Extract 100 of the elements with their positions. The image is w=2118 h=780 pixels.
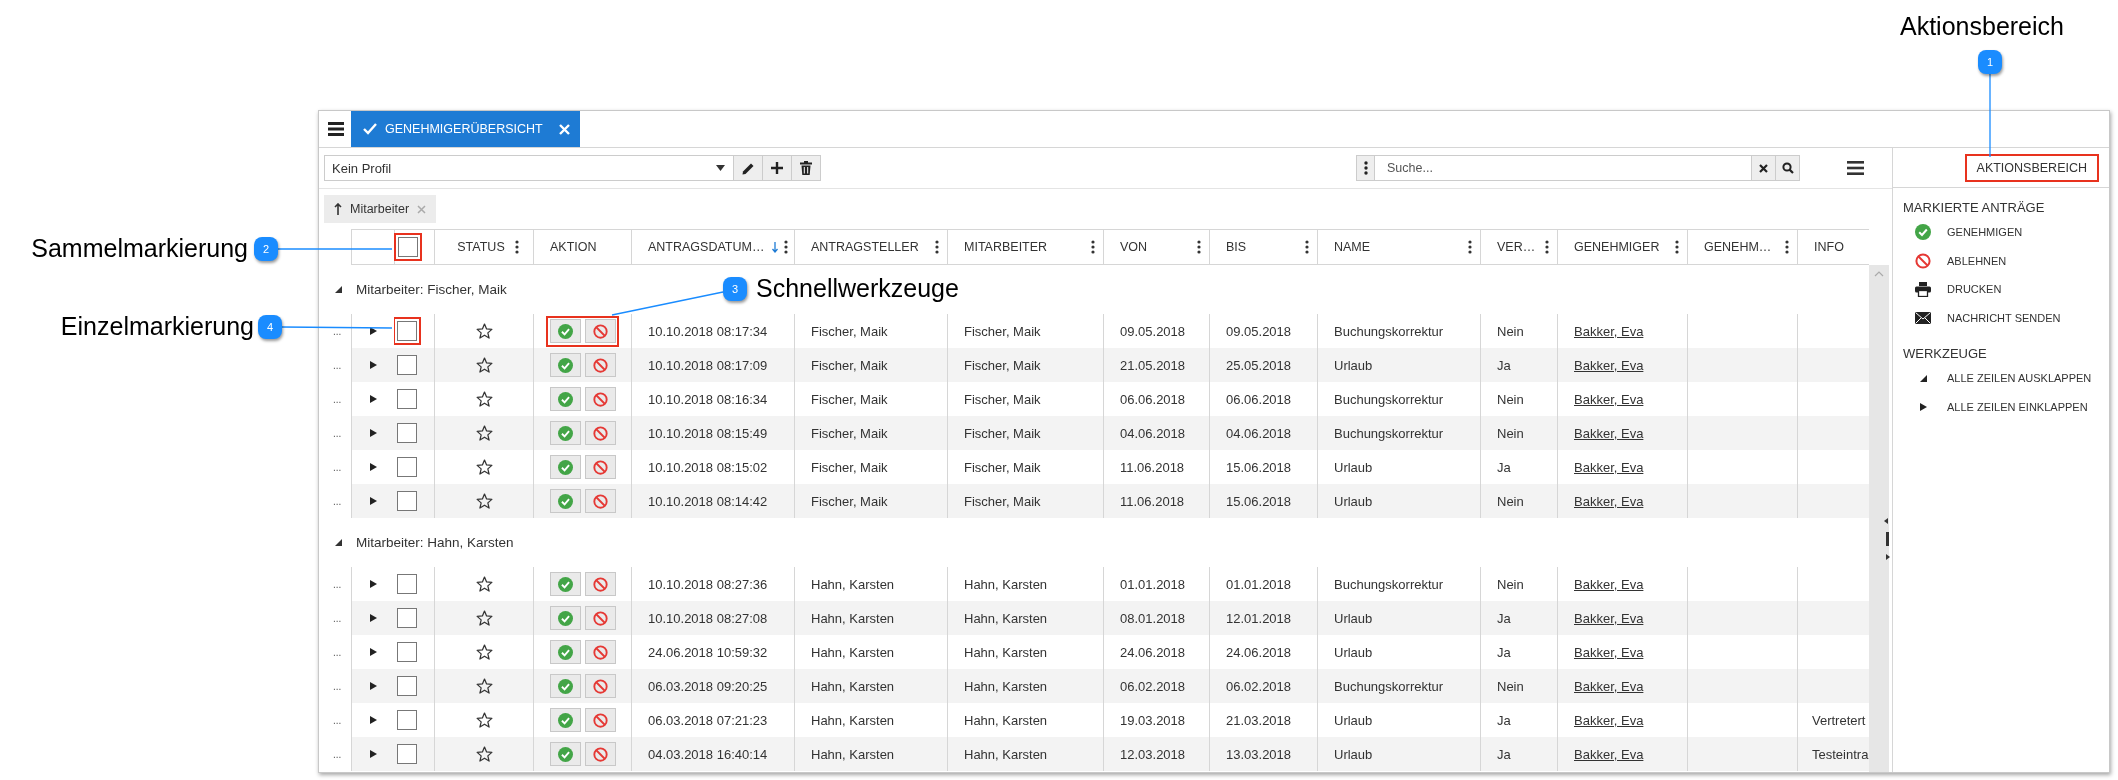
reject-button[interactable] [584,489,616,513]
approve-button[interactable] [549,742,581,766]
approver-link[interactable]: Bakker, Eva [1574,391,1644,407]
search-field[interactable]: Suche... [1356,155,1800,181]
approver-link[interactable]: Bakker, Eva [1574,644,1644,660]
expand-icon[interactable] [369,682,377,690]
row-checkbox[interactable] [397,457,417,477]
group-chip[interactable]: Mitarbeiter [324,195,437,223]
row-checkbox[interactable] [397,642,417,662]
collapse-icon[interactable] [335,539,342,546]
delete-button[interactable] [792,155,821,181]
row-handle[interactable]: ... [333,612,342,624]
row-checkbox[interactable] [397,423,417,443]
search-button[interactable] [1775,156,1799,180]
star-icon[interactable] [475,357,493,373]
tab[interactable]: GENEHMIGERÜBERSICHT [351,111,580,147]
column-menu-icon[interactable] [1197,240,1201,254]
row-handle[interactable]: ... [333,325,342,337]
star-icon[interactable] [475,493,493,509]
approver-link[interactable]: Bakker, Eva [1574,425,1644,441]
reject-button[interactable] [584,353,616,377]
collapse-icon[interactable] [335,286,342,293]
approve-button[interactable] [549,353,581,377]
row-checkbox[interactable] [397,676,417,696]
reject-button[interactable] [584,572,616,596]
row-handle[interactable]: ... [333,427,342,439]
row-checkbox[interactable] [397,608,417,628]
clear-button[interactable] [1751,156,1775,180]
approve-button[interactable] [549,489,581,513]
action-area-button[interactable]: AKTIONSBEREICH [1964,153,2099,182]
expand-icon[interactable] [369,395,377,403]
expand-icon[interactable] [369,429,377,437]
approver-link[interactable]: Bakker, Eva [1574,323,1644,339]
star-icon[interactable] [475,576,493,592]
row-handle[interactable]: ... [333,393,342,405]
column-menu-icon[interactable] [1545,240,1549,254]
reject-button[interactable] [584,708,616,732]
reject-button[interactable] [584,455,616,479]
approve-button[interactable] [549,640,581,664]
row-checkbox[interactable] [397,710,417,730]
column-menu-icon[interactable] [1785,240,1789,254]
panel-action[interactable]: ABLEHNEN [1947,254,2007,267]
expand-icon[interactable] [369,327,377,335]
star-icon[interactable] [475,425,493,441]
expand-icon[interactable] [369,361,377,369]
expand-icon[interactable] [369,750,377,758]
star-icon[interactable] [475,323,493,339]
approve-button[interactable] [549,319,581,343]
approve-button[interactable] [549,708,581,732]
reject-button[interactable] [584,742,616,766]
approver-link[interactable]: Bakker, Eva [1574,576,1644,592]
reject-button[interactable] [584,319,616,343]
expand-icon[interactable] [369,580,377,588]
options-button[interactable] [1357,156,1375,180]
panel-action[interactable]: NACHRICHT SENDEN [1947,311,2061,324]
approve-button[interactable] [549,572,581,596]
row-checkbox[interactable] [397,355,417,375]
scrollbar[interactable] [1869,265,1889,772]
row-checkbox[interactable] [397,744,417,764]
profile-select[interactable]: Kein Profil [324,155,734,181]
menu-icon[interactable] [328,122,344,136]
edit-button[interactable] [734,155,763,181]
expand-icon[interactable] [369,463,377,471]
expand-icon[interactable] [369,648,377,656]
approver-link[interactable]: Bakker, Eva [1574,459,1644,475]
approver-link[interactable]: Bakker, Eva [1574,610,1644,626]
row-handle[interactable]: ... [333,748,342,760]
row-handle[interactable]: ... [333,680,342,692]
reject-button[interactable] [584,606,616,630]
star-icon[interactable] [475,391,493,407]
column-menu-icon[interactable] [784,240,789,254]
row-handle[interactable]: ... [333,646,342,658]
star-icon[interactable] [475,678,493,694]
row-checkbox[interactable] [397,389,417,409]
expand-icon[interactable] [369,716,377,724]
row-handle[interactable]: ... [333,578,342,590]
panel-action[interactable]: ALLE ZEILEN AUSKLAPPEN [1947,372,2092,385]
column-menu-icon[interactable] [1091,240,1095,254]
reject-button[interactable] [584,387,616,411]
panel-action[interactable]: GENEHMIGEN [1947,226,2023,239]
approve-button[interactable] [549,674,581,698]
approve-button[interactable] [549,606,581,630]
approve-button[interactable] [549,421,581,445]
row-handle[interactable]: ... [333,461,342,473]
star-icon[interactable] [475,459,493,475]
reject-button[interactable] [584,421,616,445]
approver-link[interactable]: Bakker, Eva [1574,712,1644,728]
reject-button[interactable] [584,640,616,664]
row-checkbox[interactable] [397,574,417,594]
row-handle[interactable]: ... [333,714,342,726]
menu-icon[interactable] [1846,161,1864,175]
approver-link[interactable]: Bakker, Eva [1574,678,1644,694]
star-icon[interactable] [475,644,493,660]
add-button[interactable] [763,155,792,181]
panel-action[interactable]: DRUCKEN [1947,283,2002,296]
panel-toggle-icon[interactable] [1883,518,1891,560]
approver-link[interactable]: Bakker, Eva [1574,746,1644,762]
approver-link[interactable]: Bakker, Eva [1574,357,1644,373]
row-handle[interactable]: ... [333,359,342,371]
approve-button[interactable] [549,455,581,479]
